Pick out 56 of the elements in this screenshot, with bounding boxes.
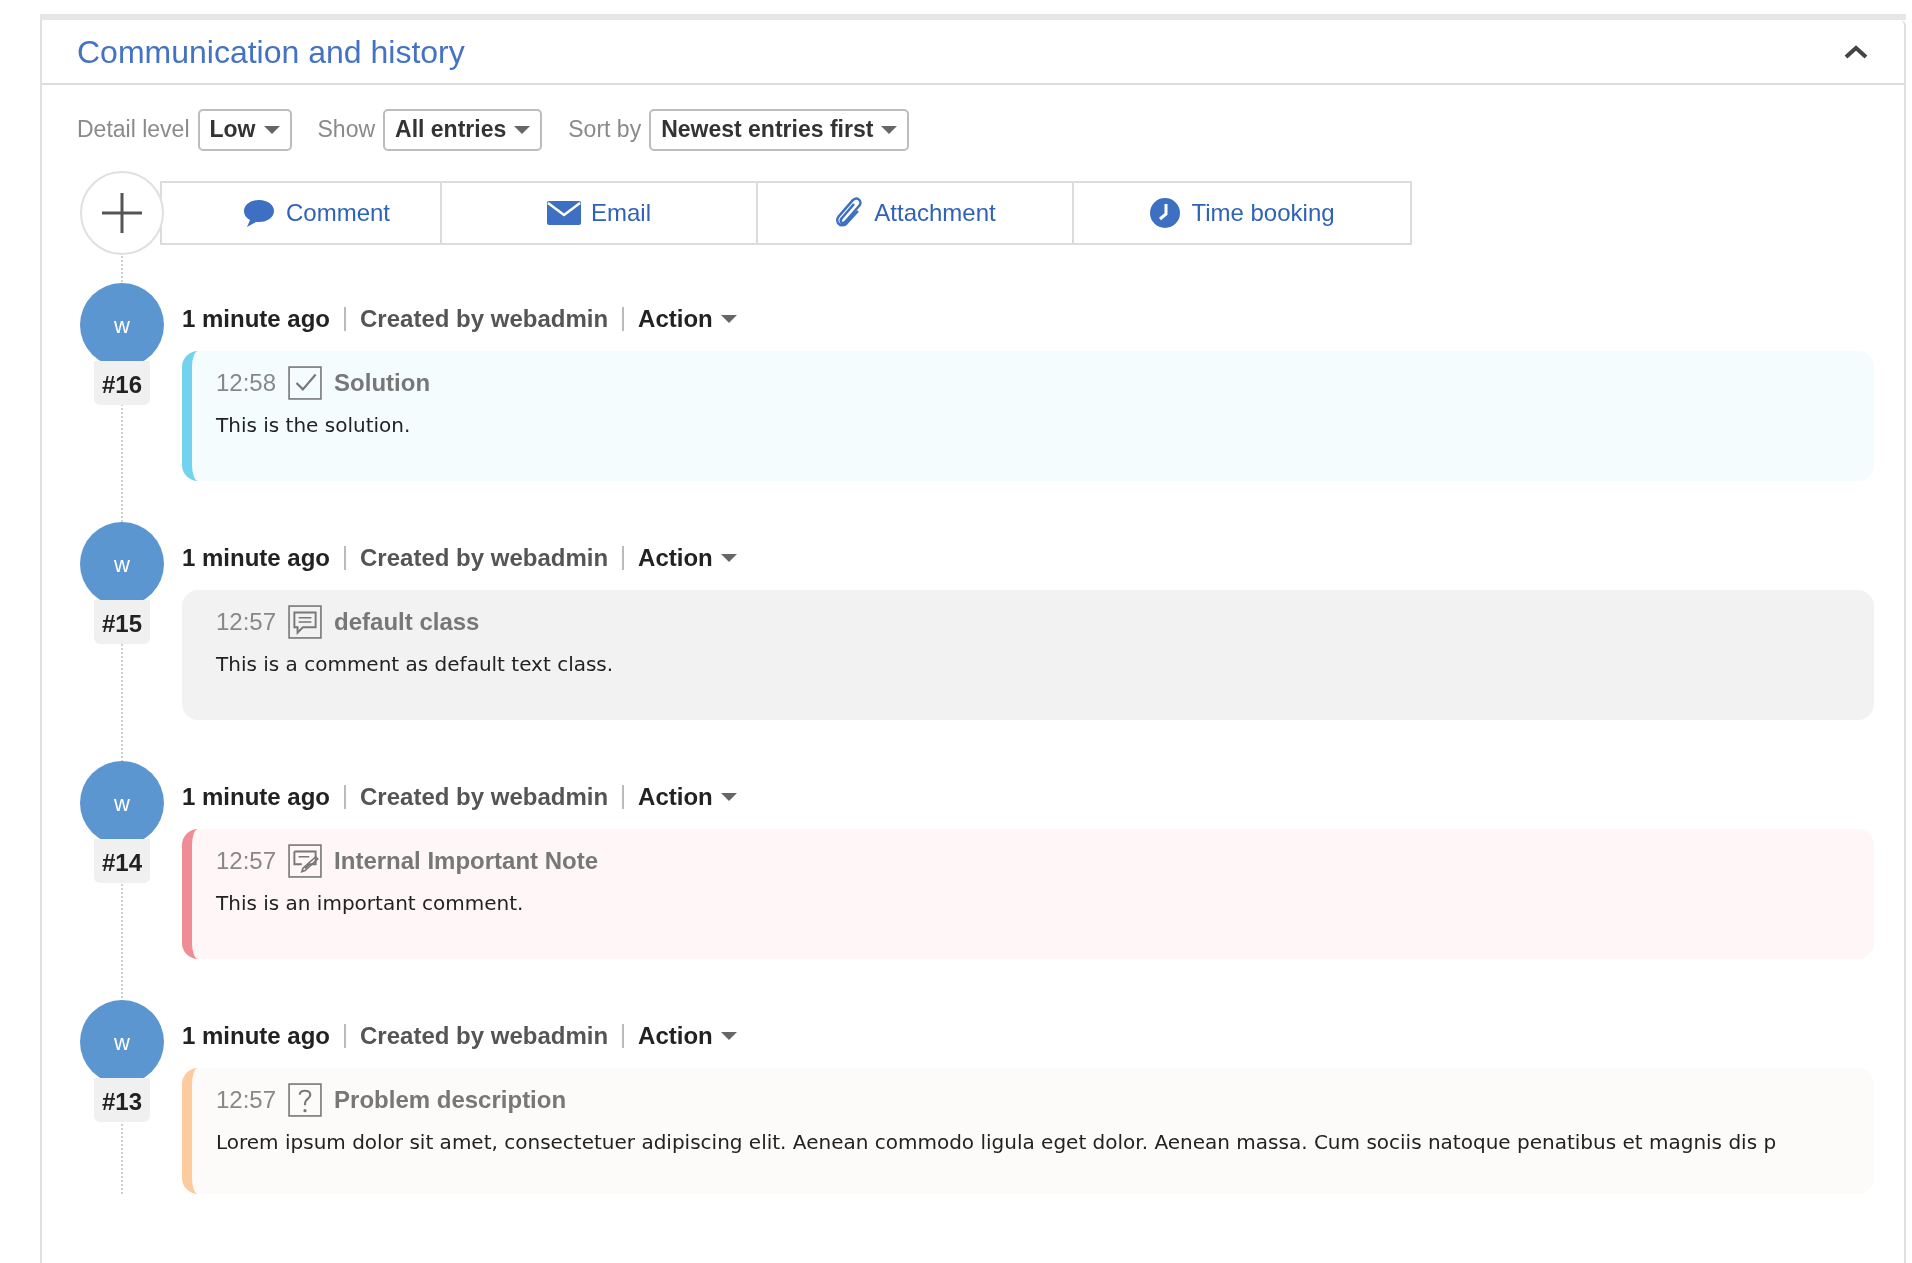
paperclip-icon <box>834 196 865 230</box>
filter-dropdown[interactable]: Low <box>197 108 292 151</box>
add-attachment-tab[interactable]: Attachment <box>758 183 1074 243</box>
add-email-tab[interactable]: Email <box>442 183 758 243</box>
entry-age: 1 minute ago <box>182 543 331 573</box>
entry-time: 12:57 <box>216 846 277 876</box>
question-icon <box>288 1083 323 1117</box>
entry-title: Problem description <box>334 1085 567 1115</box>
caret-icon <box>720 792 737 802</box>
entry-time: 12:57 <box>216 1085 277 1115</box>
caret-icon <box>263 124 280 135</box>
entry-number: #15 <box>93 600 150 644</box>
speech-bubble-icon <box>242 198 276 228</box>
comment-icon <box>288 605 323 639</box>
entry-number: #13 <box>93 1078 150 1122</box>
entry-text: This is an important comment. <box>216 890 525 917</box>
caret-icon <box>720 553 737 563</box>
entry-creator: Created by webadmin <box>360 543 609 573</box>
entry-creator: Created by webadmin <box>360 1021 609 1051</box>
envelope-icon <box>547 201 581 225</box>
plus-icon <box>100 191 144 235</box>
add-time-booking-tab[interactable]: Time booking <box>1074 183 1410 243</box>
clock-icon <box>1149 197 1182 229</box>
entry-title: Internal Important Note <box>334 846 599 876</box>
entry-text: This is the solution. <box>216 412 412 439</box>
entry-time: 12:57 <box>216 607 277 637</box>
note-pen-icon <box>288 844 323 878</box>
panel-title: Communication and history <box>77 32 465 72</box>
entry-text: This is a comment as default text class. <box>216 651 615 678</box>
caret-icon <box>720 1031 737 1041</box>
entry-title: Solution <box>334 368 431 398</box>
entry-creator: Created by webadmin <box>360 304 609 334</box>
entry-number: #16 <box>93 361 150 405</box>
action-dropdown[interactable]: Action <box>638 1018 737 1054</box>
add-comment-tab[interactable]: Comment <box>162 183 442 243</box>
entry-time: 12:58 <box>216 368 277 398</box>
filter-label: Sort by <box>568 115 642 145</box>
entry-title: default class <box>334 607 480 637</box>
entry-age: 1 minute ago <box>182 782 331 812</box>
action-dropdown[interactable]: Action <box>638 779 737 815</box>
filter-dropdown[interactable]: All entries <box>383 108 543 151</box>
entry-number: #14 <box>93 839 150 883</box>
action-dropdown[interactable]: Action <box>638 301 737 337</box>
entry-creator: Created by webadmin <box>360 782 609 812</box>
caret-icon <box>720 314 737 324</box>
caret-icon <box>514 124 531 135</box>
filter-dropdown[interactable]: Newest entries first <box>649 108 910 151</box>
entry-age: 1 minute ago <box>182 304 331 334</box>
checkbox-icon <box>288 366 323 400</box>
action-dropdown[interactable]: Action <box>638 540 737 576</box>
entry-text: Lorem ipsum dolor sit amet, consectetuer adipiscing elit. Aenean commodo ligula eget dolor. Aenean massa. Cum sociis natoque penatibus et magnis dis p <box>216 1129 1778 1156</box>
entry-age: 1 minute ago <box>182 1021 331 1051</box>
caret-icon <box>881 124 898 135</box>
filter-label: Show <box>317 115 376 145</box>
collapse-icon[interactable] <box>1843 43 1869 60</box>
filter-label: Detail level <box>77 115 190 145</box>
